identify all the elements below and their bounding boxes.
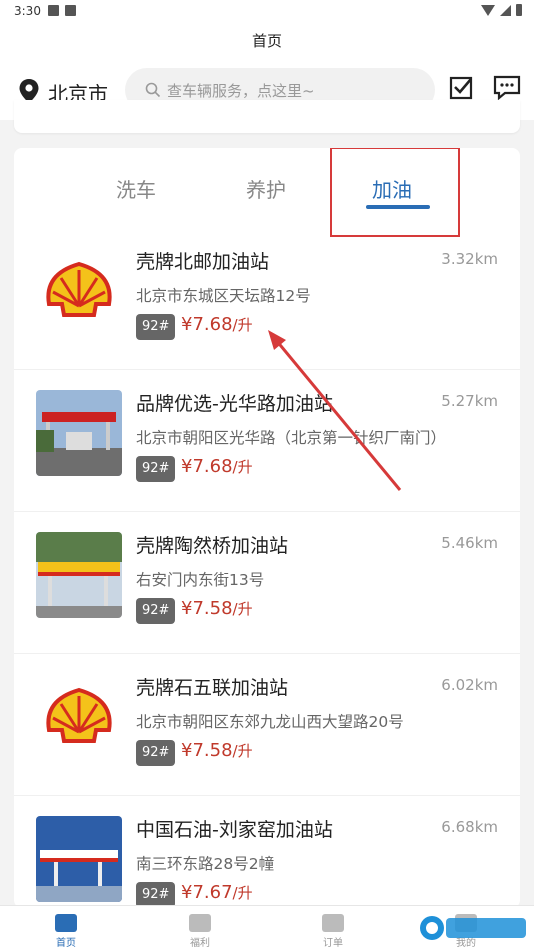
fuel-price: ¥7.68/升 — [181, 456, 253, 477]
station-name: 壳牌石五联加油站 — [136, 677, 289, 699]
station-distance: 5.27km — [441, 392, 498, 410]
station-address: 北京市东城区天坛路12号 — [136, 287, 311, 305]
nav-benefits[interactable]: 福利 — [170, 910, 230, 949]
fuel-grade-badge: 92# — [136, 314, 176, 340]
tab-car-wash[interactable]: 洗车 — [116, 174, 156, 203]
status-bar: 3:30 — [0, 0, 534, 24]
wifi-icon — [481, 4, 495, 16]
nav-home[interactable]: 首页 — [36, 910, 96, 949]
fuel-grade-badge: 92# — [136, 740, 176, 766]
shell-station-photo — [36, 532, 122, 618]
status-notification-icons — [48, 5, 76, 16]
order-icon — [322, 914, 344, 932]
fuel-price: ¥7.58/升 — [181, 740, 253, 761]
message-icon[interactable] — [493, 74, 521, 100]
search-placeholder: 查车辆服务，点这里~ — [167, 82, 315, 100]
station-name: 壳牌北邮加油站 — [136, 251, 270, 273]
shell-logo-icon — [36, 674, 122, 760]
battery-icon — [516, 4, 522, 16]
station-distance: 5.46km — [441, 534, 498, 552]
station-address: 北京市朝阳区东郊九龙山西大望路20号 — [136, 713, 404, 731]
car-icon — [55, 914, 77, 932]
station-row[interactable]: 中国石油-刘家窑加油站 6.68km 南三环东路28号2幢 92# ¥7.67/… — [14, 796, 520, 908]
station-name: 中国石油-刘家窑加油站 — [136, 819, 333, 841]
station-address: 南三环东路28号2幢 — [136, 855, 275, 873]
petrochina-station-photo — [36, 816, 122, 902]
signal-icon — [500, 4, 511, 16]
status-system-icons — [481, 4, 522, 16]
fuel-grade-badge: 92# — [136, 456, 176, 482]
station-distance: 6.68km — [441, 818, 498, 836]
station-row[interactable]: 品牌优选-光华路加油站 5.27km 北京市朝阳区光华路（北京第一针织厂南门） … — [14, 370, 520, 512]
fuel-price: ¥7.67/升 — [181, 882, 253, 903]
fuel-price: ¥7.58/升 — [181, 598, 253, 619]
previous-card-bottom — [14, 100, 520, 133]
station-distance: 6.02km — [441, 676, 498, 694]
nav-orders-label: 订单 — [323, 938, 343, 949]
app-notification-icon — [65, 5, 76, 16]
service-tabs: 洗车 养护 加油 — [14, 148, 520, 237]
watermark-logo — [420, 916, 526, 940]
station-name: 壳牌陶然桥加油站 — [136, 535, 289, 557]
image-notification-icon — [48, 5, 59, 16]
shell-logo-icon — [36, 248, 122, 334]
nav-orders[interactable]: 订单 — [303, 910, 363, 949]
station-row[interactable]: 壳牌北邮加油站 3.32km 北京市东城区天坛路12号 92# ¥7.68/升 — [14, 228, 520, 370]
fuel-grade-badge: 92# — [136, 598, 176, 624]
search-icon — [145, 82, 161, 98]
station-address: 右安门内东街13号 — [136, 571, 265, 589]
status-time: 3:30 — [14, 4, 41, 18]
station-list: 壳牌北邮加油站 3.32km 北京市东城区天坛路12号 92# ¥7.68/升 … — [14, 228, 520, 908]
station-address: 北京市朝阳区光华路（北京第一针织厂南门） — [136, 429, 447, 447]
nav-benefits-label: 福利 — [190, 938, 210, 949]
highlight-box — [330, 148, 460, 237]
page-title: 首页 — [0, 24, 534, 60]
fuel-price: ¥7.68/升 — [181, 314, 253, 335]
gift-icon — [189, 914, 211, 932]
station-distance: 3.32km — [441, 250, 498, 268]
checkin-icon[interactable] — [449, 74, 475, 100]
service-card: 洗车 养护 加油 壳牌北邮加油站 3.32km 北京市东城区天坛路12号 92#… — [14, 148, 520, 908]
station-row[interactable]: 壳牌陶然桥加油站 5.46km 右安门内东街13号 92# ¥7.58/升 — [14, 512, 520, 654]
station-name: 品牌优选-光华路加油站 — [136, 393, 333, 415]
nav-home-label: 首页 — [56, 938, 76, 949]
station-row[interactable]: 壳牌石五联加油站 6.02km 北京市朝阳区东郊九龙山西大望路20号 92# ¥… — [14, 654, 520, 796]
tab-maintenance[interactable]: 养护 — [246, 174, 286, 203]
station-photo — [36, 390, 122, 476]
